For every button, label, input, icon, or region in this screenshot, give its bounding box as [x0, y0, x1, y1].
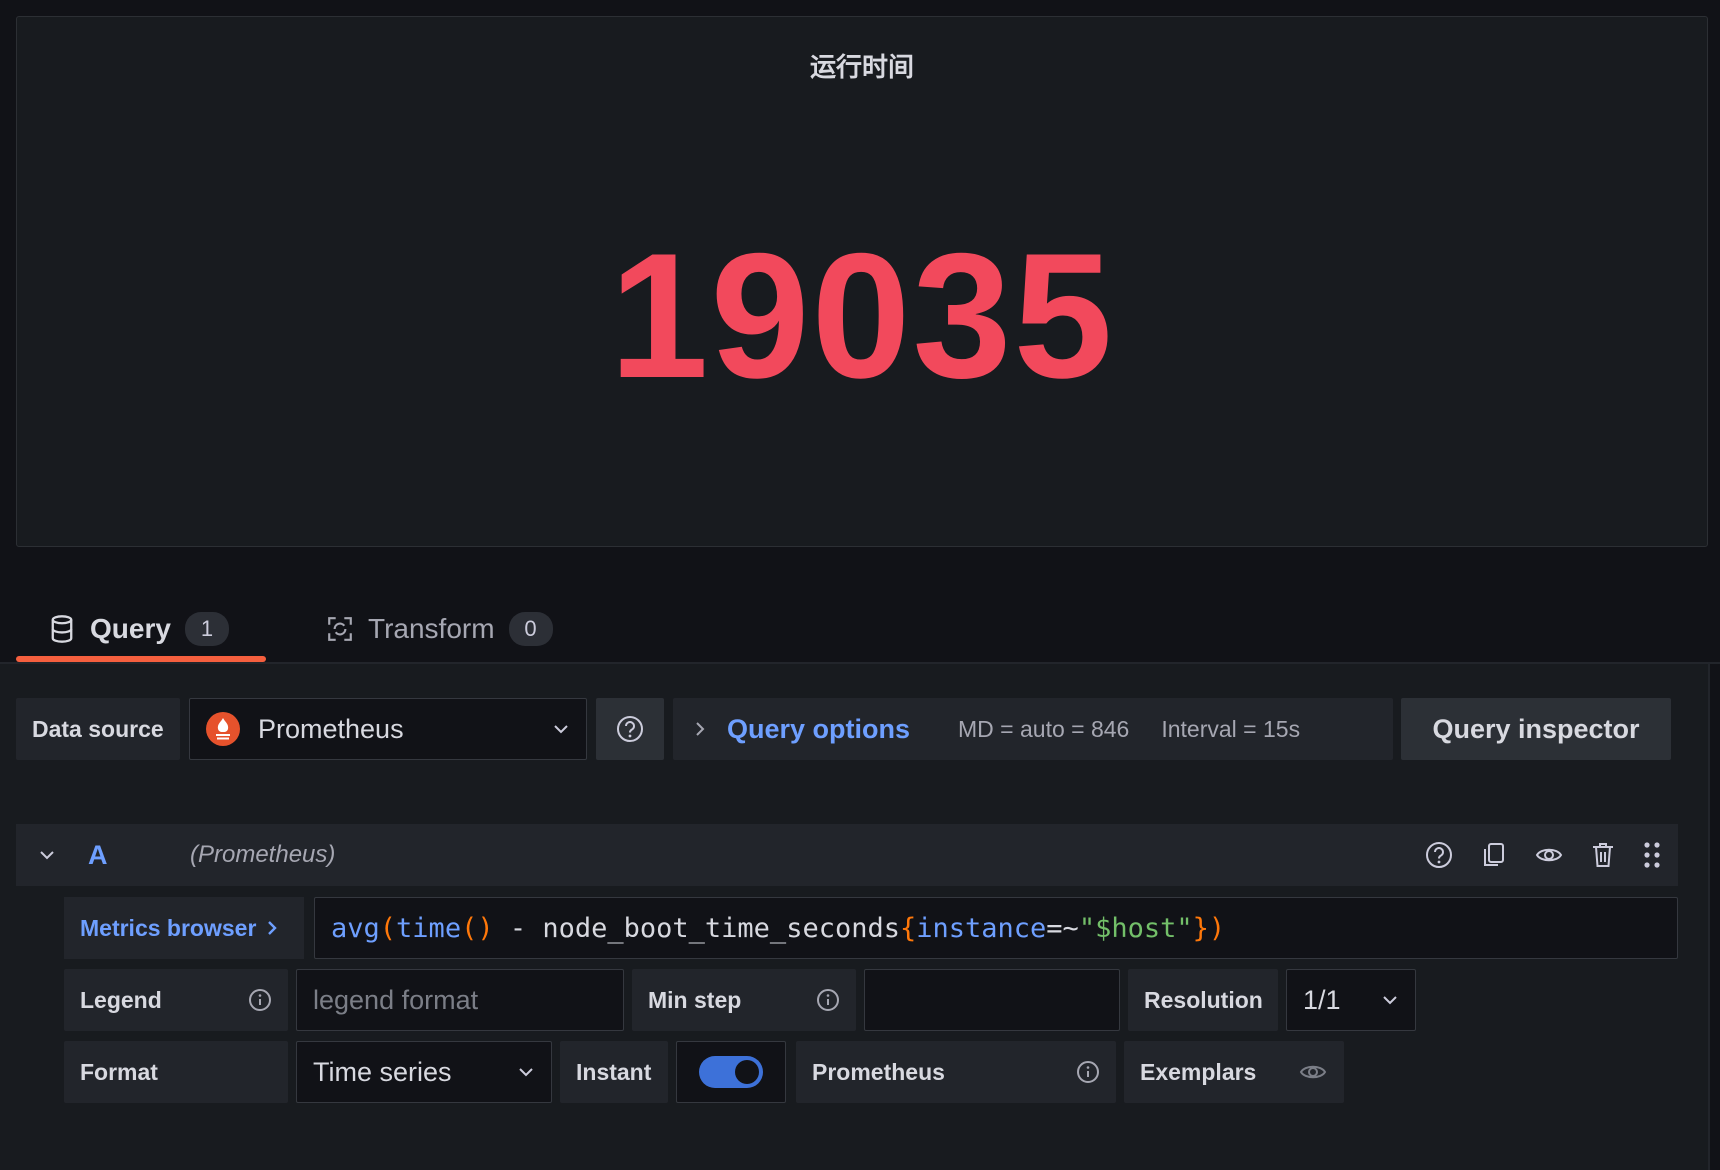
expr-token: )	[1208, 912, 1226, 944]
exemplars-label: Exemplars	[1140, 1058, 1257, 1085]
expr-token: ()	[461, 912, 494, 944]
max-datapoints-text: MD = auto = 846	[958, 715, 1130, 742]
min-step-label-box: Min step	[632, 969, 856, 1031]
format-value: Time series	[313, 1056, 452, 1087]
expr-token: "$host"	[1078, 912, 1193, 944]
min-step-input[interactable]	[864, 969, 1120, 1031]
expr-token: time	[396, 912, 462, 944]
chevron-right-icon	[696, 722, 705, 736]
drag-handle-icon[interactable]	[1642, 840, 1662, 870]
resolution-select[interactable]: 1/1	[1286, 969, 1416, 1031]
instant-label: Instant	[560, 1041, 668, 1103]
editor-tabs: Query 1 Transform 0	[16, 596, 1708, 662]
query-inspector-button[interactable]: Query inspector	[1401, 698, 1671, 760]
info-icon[interactable]	[1076, 1060, 1100, 1084]
expr-token: avg	[331, 912, 380, 944]
query-help-icon[interactable]	[1424, 840, 1454, 870]
chevron-down-icon	[554, 725, 568, 734]
query-row-header: A (Prometheus)	[16, 824, 1678, 886]
query-editor: Data source Prometheus Query options MD …	[0, 664, 1710, 1170]
legend-label-box: Legend	[64, 969, 288, 1031]
query-options-toggle[interactable]: Query options MD = auto = 846 Interval =…	[673, 698, 1393, 760]
datasource-help-button[interactable]	[596, 698, 664, 760]
duplicate-query-icon[interactable]	[1480, 840, 1508, 870]
info-icon[interactable]	[248, 988, 272, 1012]
toggle-knob	[735, 1060, 759, 1084]
help-icon	[617, 716, 643, 742]
tab-query-count: 1	[184, 612, 229, 646]
datasource-toolbar: Data source	[16, 698, 180, 760]
delete-query-trash-icon[interactable]	[1590, 840, 1616, 870]
prometheus-type-label-box: Prometheus	[796, 1041, 1116, 1103]
tab-transform-label: Transform	[368, 613, 495, 644]
promql-expression-input[interactable]: avg(time() - node_boot_time_seconds{inst…	[314, 897, 1678, 959]
tab-transform-count: 0	[508, 612, 553, 646]
stat-panel: 运行时间 19035	[16, 16, 1708, 547]
expr-token: instance	[916, 912, 1047, 944]
expr-token: {	[899, 912, 917, 944]
expr-token: }	[1192, 912, 1209, 944]
chevron-down-icon	[1383, 996, 1397, 1005]
expr-token: - node_boot_time_seconds	[493, 912, 900, 944]
resolution-label: Resolution	[1128, 969, 1278, 1031]
legend-label: Legend	[80, 986, 162, 1013]
tab-transform[interactable]: Transform 0	[294, 596, 585, 662]
metrics-browser-label: Metrics browser	[80, 914, 257, 941]
chevron-right-icon	[268, 921, 278, 935]
interval-text: Interval = 15s	[1161, 715, 1301, 742]
resolution-value: 1/1	[1303, 984, 1341, 1015]
instant-toggle[interactable]	[699, 1056, 763, 1088]
exemplars-toggle[interactable]: Exemplars	[1124, 1041, 1344, 1103]
data-source-label: Data source	[16, 698, 180, 760]
expr-token: (	[379, 912, 397, 944]
query-datasource-hint: (Prometheus)	[190, 841, 336, 868]
expr-token: =~	[1046, 912, 1079, 944]
legend-format-input[interactable]: legend format	[296, 969, 624, 1031]
database-icon	[51, 615, 73, 643]
prometheus-logo-icon	[206, 712, 240, 746]
metrics-browser-button[interactable]: Metrics browser	[64, 897, 304, 959]
chevron-down-icon	[519, 1068, 533, 1077]
datasource-value: Prometheus	[258, 713, 404, 744]
datasource-picker[interactable]: Prometheus	[189, 698, 587, 760]
collapse-chevron-icon[interactable]	[38, 849, 56, 861]
tab-query-label: Query	[90, 613, 171, 644]
prometheus-type-label: Prometheus	[812, 1058, 945, 1085]
format-label: Format	[64, 1041, 288, 1103]
panel-title[interactable]: 运行时间	[17, 47, 1707, 84]
stat-value: 19035	[609, 216, 1115, 415]
eye-icon	[1299, 1065, 1327, 1079]
tab-query[interactable]: Query 1	[16, 596, 266, 662]
query-options-label: Query options	[727, 713, 911, 744]
query-row-actions	[1424, 840, 1662, 870]
hide-query-eye-icon[interactable]	[1534, 840, 1564, 870]
query-ref-id[interactable]: A	[88, 840, 108, 871]
instant-toggle-box	[676, 1041, 786, 1103]
transform-icon	[328, 617, 352, 641]
format-select[interactable]: Time series	[296, 1041, 552, 1103]
min-step-label: Min step	[648, 986, 742, 1013]
info-icon[interactable]	[816, 988, 840, 1012]
